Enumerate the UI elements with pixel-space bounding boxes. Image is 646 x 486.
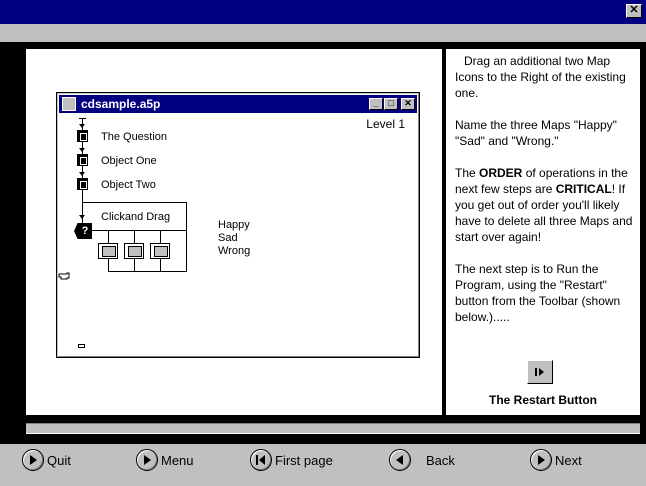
instruction-paragraph: The next step is to Run the Program, usi…: [455, 262, 621, 324]
close-icon: ✕: [404, 98, 412, 108]
instruction-paragraph: Name the three Maps "Happy" "Sad" and "W…: [455, 118, 617, 148]
arrow-left-icon: [396, 455, 403, 465]
branch-drop: [108, 230, 109, 243]
status-strip: [26, 423, 640, 434]
outcome-label: Happy: [218, 219, 250, 231]
maximize-button[interactable]: □: [384, 98, 398, 110]
level-label: Level 1: [366, 117, 405, 131]
loop-bottom-line: [108, 271, 187, 272]
question-icon: ?: [81, 225, 89, 237]
flowline-start: [79, 118, 86, 119]
branch-drop: [134, 230, 135, 243]
window-close-button[interactable]: ✕: [401, 98, 415, 110]
resize-handle[interactable]: [78, 344, 85, 348]
close-icon: ✕: [629, 4, 639, 16]
document-icon: [62, 97, 76, 111]
flow-arrow: [79, 148, 85, 152]
branch-line: [92, 230, 186, 231]
display-icon[interactable]: [77, 178, 88, 190]
map-icon-sad[interactable]: [124, 243, 144, 259]
arrow-right-icon: [30, 455, 37, 465]
flow-item-label[interactable]: Object Two: [101, 179, 156, 191]
first-page-label: First page: [275, 452, 333, 468]
back-button[interactable]: Back: [389, 448, 455, 472]
pointing-hand-icon: [58, 268, 72, 284]
top-title-bar: ✕: [0, 0, 646, 24]
instruction-paragraph: The ORDER of operations in the next few …: [455, 166, 633, 244]
loop-top-line: [82, 202, 186, 203]
flow-arrow: [79, 124, 85, 128]
restart-icon: [535, 368, 544, 376]
flow-arrow: [79, 215, 85, 219]
outcome-label: Sad: [218, 232, 238, 244]
quit-button[interactable]: Quit: [22, 448, 71, 472]
flowline-window-title-bar[interactable]: cdsample.a5p _ □ ✕: [59, 95, 417, 113]
restart-caption: The Restart Button: [489, 393, 597, 407]
next-button[interactable]: Next: [530, 448, 582, 472]
minimize-icon: _: [373, 98, 379, 108]
branch-drop: [160, 230, 161, 243]
restart-button[interactable]: [527, 360, 553, 384]
interaction-label[interactable]: Clickand Drag: [101, 211, 170, 223]
flow-item-label[interactable]: Object One: [101, 155, 157, 167]
menu-button[interactable]: Menu: [136, 448, 194, 472]
interaction-icon[interactable]: ?: [74, 223, 92, 239]
back-label: Back: [426, 452, 455, 468]
close-button[interactable]: ✕: [626, 4, 642, 18]
map-icon-happy[interactable]: [98, 243, 118, 259]
screen: ✕ cdsample.a5p _ □ ✕ Level 1 The Questio…: [0, 0, 646, 486]
first-page-button[interactable]: First page: [250, 448, 333, 472]
instruction-paragraph: Drag an additional two Map Icons to the …: [455, 54, 626, 100]
flow-arrow: [79, 172, 85, 176]
first-page-icon: [256, 455, 265, 465]
instruction-text: Drag an additional two Map Icons to the …: [455, 53, 637, 341]
flow-item-label[interactable]: The Question: [101, 131, 167, 143]
menu-label: Menu: [161, 452, 194, 468]
menu-strip: [0, 24, 646, 42]
arrow-right-icon: [538, 455, 545, 465]
minimize-button[interactable]: _: [369, 98, 383, 110]
flowline-window-title: cdsample.a5p: [81, 97, 161, 111]
arrow-right-icon: [144, 455, 151, 465]
map-icon-wrong[interactable]: [150, 243, 170, 259]
quit-label: Quit: [47, 452, 71, 468]
next-label: Next: [555, 452, 582, 468]
display-icon[interactable]: [77, 154, 88, 166]
loop-right-line: [186, 202, 187, 272]
display-icon[interactable]: [77, 130, 88, 142]
maximize-icon: □: [388, 98, 394, 108]
outcome-label: Wrong: [218, 245, 251, 257]
